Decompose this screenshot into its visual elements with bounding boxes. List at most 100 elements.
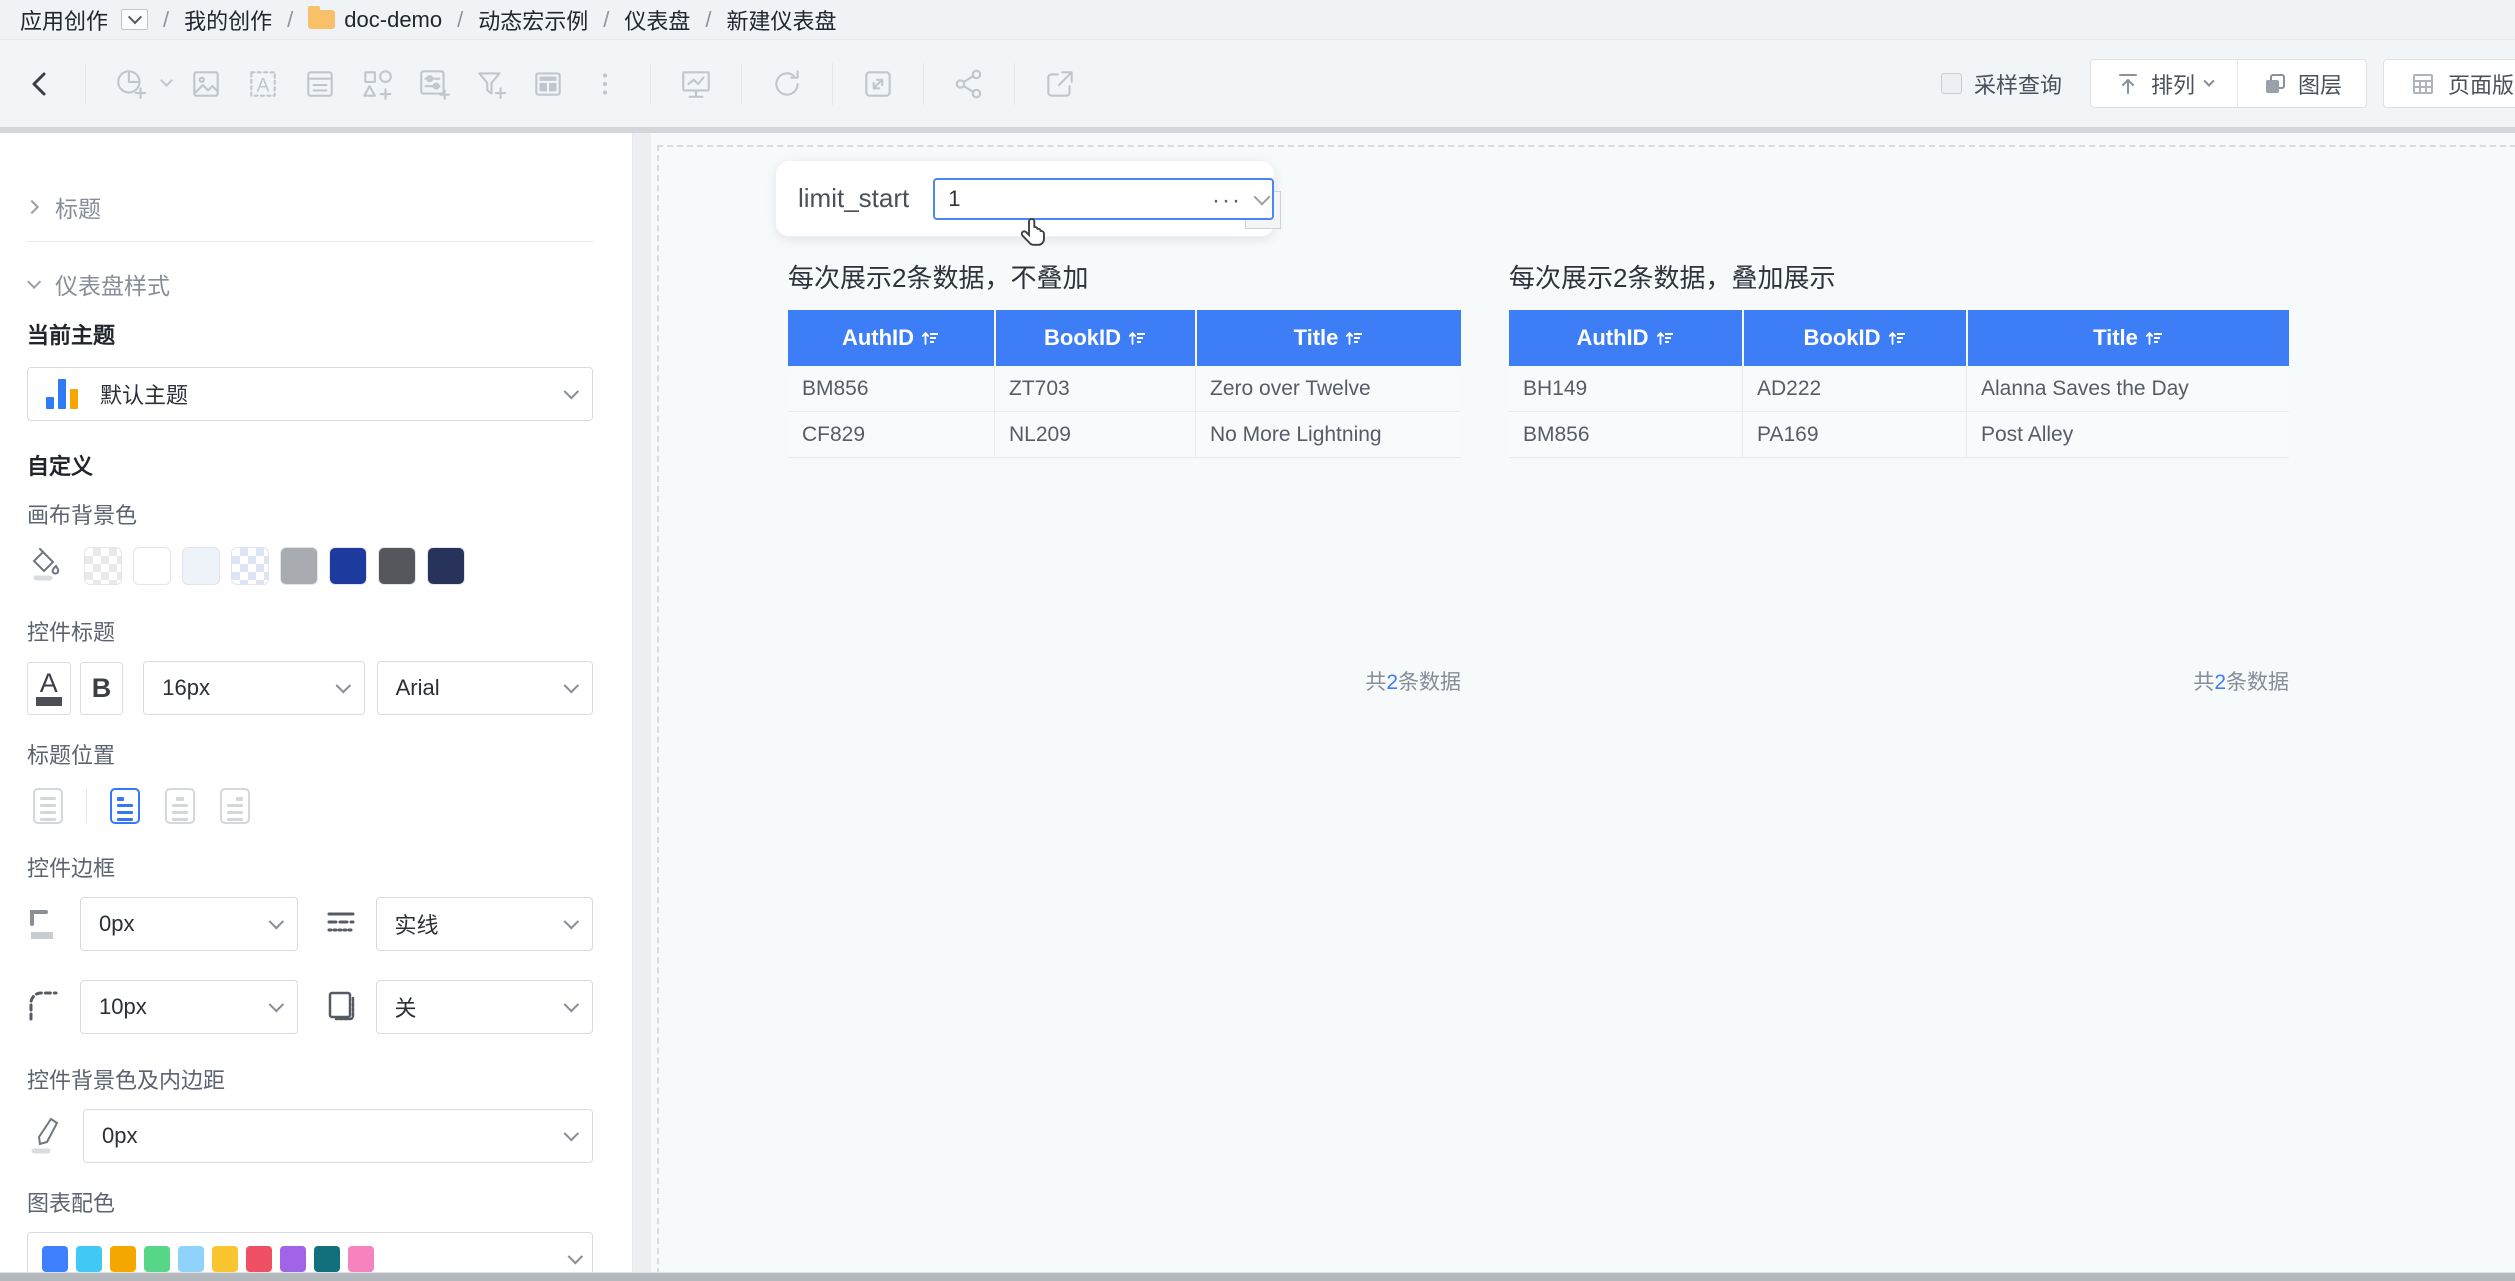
- more-button[interactable]: [583, 62, 627, 106]
- font-family-select[interactable]: Arial: [377, 661, 593, 715]
- add-form-button[interactable]: [298, 62, 342, 106]
- back-button[interactable]: [18, 62, 62, 106]
- table-row[interactable]: BM856 ZT703 Zero over Twelve: [788, 366, 1461, 412]
- breadcrumb-item-folder[interactable]: doc-demo: [308, 7, 442, 33]
- column-header[interactable]: AuthID: [1509, 310, 1742, 366]
- theme-select[interactable]: 默认主题: [27, 367, 593, 421]
- layers-button[interactable]: 图层: [2237, 60, 2366, 107]
- border-style-select[interactable]: 实线: [376, 897, 594, 951]
- add-layout-button[interactable]: [526, 62, 570, 106]
- add-image-button[interactable]: [184, 62, 228, 106]
- border-width-select[interactable]: 0px: [80, 897, 298, 951]
- sort-icon: [2144, 328, 2164, 348]
- section-title-collapsed[interactable]: 标题: [27, 190, 593, 224]
- widget-title-label: 控件标题: [27, 615, 593, 647]
- canvas-bg-swatch[interactable]: [280, 547, 318, 585]
- chart-color-chip: [76, 1246, 102, 1272]
- add-text-button[interactable]: A: [241, 62, 285, 106]
- canvas-bg-swatch[interactable]: [182, 547, 220, 585]
- chevron-down-icon: [564, 996, 580, 1012]
- sample-query-checkbox[interactable]: [1941, 73, 1962, 94]
- border-radius-icon[interactable]: [27, 985, 60, 1029]
- breadcrumb-item-dashboard[interactable]: 仪表盘: [624, 4, 690, 36]
- shadow-select[interactable]: 关: [376, 980, 594, 1034]
- table-cell: PA169: [1742, 412, 1966, 457]
- dashboard-canvas[interactable]: limit_start ··· 每次展示2条数据，不叠加 AuthID Book…: [651, 133, 2515, 1272]
- chevron-down-icon[interactable]: [160, 74, 173, 87]
- column-header[interactable]: BookID: [994, 310, 1195, 366]
- breadcrumb-item-app-create[interactable]: 应用创作: [20, 4, 148, 36]
- add-shapes-button[interactable]: [355, 62, 399, 106]
- arrange-layers-group: 排列 图层: [2090, 59, 2367, 108]
- border-width-value: 0px: [99, 911, 134, 937]
- chevron-down-icon: [335, 677, 351, 693]
- canvas-bg-swatch[interactable]: [378, 547, 416, 585]
- toolbar-divider: [741, 63, 742, 105]
- table-row[interactable]: CF829 NL209 No More Lightning: [788, 412, 1461, 458]
- refresh-button[interactable]: [765, 62, 809, 106]
- highlighter-icon[interactable]: [27, 1114, 61, 1158]
- paint-bucket-icon[interactable]: [27, 544, 67, 588]
- table-widget-left[interactable]: AuthID BookID Title BM856 ZT703 Zero ove…: [788, 310, 1461, 458]
- border-width-icon[interactable]: [27, 902, 60, 946]
- border-radius-select[interactable]: 10px: [80, 980, 298, 1034]
- canvas-bg-swatch[interactable]: [231, 547, 269, 585]
- shadow-icon[interactable]: [327, 985, 357, 1029]
- table-widget-right[interactable]: AuthID BookID Title BH149 AD222 Alanna S…: [1509, 310, 2289, 458]
- form-icon: [303, 67, 337, 101]
- add-control-button[interactable]: [412, 62, 456, 106]
- refresh-icon: [770, 67, 804, 101]
- section-dashboard-style[interactable]: 仪表盘样式: [27, 267, 593, 301]
- column-header[interactable]: AuthID: [788, 310, 994, 366]
- bold-button[interactable]: B: [80, 662, 124, 715]
- page-layout-button[interactable]: 页面版式: [2383, 59, 2515, 108]
- canvas-bg-swatch[interactable]: [329, 547, 367, 585]
- canvas-bg-swatch[interactable]: [133, 547, 171, 585]
- title-position-row: [27, 784, 593, 828]
- arrange-button[interactable]: 排列: [2091, 60, 2237, 107]
- export-button[interactable]: [1038, 62, 1082, 106]
- chart-palette-select[interactable]: [27, 1232, 593, 1272]
- canvas-bg-swatch[interactable]: [84, 547, 122, 585]
- canvas-bg-label: 画布背景色: [27, 498, 593, 530]
- breadcrumb-item-my-creations[interactable]: 我的创作: [184, 4, 272, 36]
- sort-icon: [1344, 328, 1364, 348]
- grid-layout-icon: [2410, 71, 2436, 97]
- title-position-none[interactable]: [27, 784, 69, 828]
- title-position-center[interactable]: [159, 784, 201, 828]
- column-header[interactable]: BookID: [1742, 310, 1966, 366]
- share-button[interactable]: [947, 62, 991, 106]
- column-header-label: BookID: [1044, 325, 1121, 351]
- breadcrumb-separator: /: [705, 7, 711, 33]
- divider: [27, 241, 593, 242]
- app-switcher-dropdown[interactable]: [121, 9, 148, 30]
- shadow-value: 关: [395, 991, 417, 1023]
- fullscreen-button[interactable]: [856, 62, 900, 106]
- sort-icon: [920, 328, 940, 348]
- canvas-bg-swatch[interactable]: [427, 547, 465, 585]
- add-filter-button[interactable]: [469, 62, 513, 106]
- title-position-left[interactable]: [104, 784, 146, 828]
- sidebar-scrollbar-track[interactable]: [633, 133, 651, 1272]
- line-style-icon[interactable]: [327, 902, 355, 946]
- present-button[interactable]: [674, 62, 718, 106]
- more-vertical-icon: [588, 67, 622, 101]
- toolbar-divider: [85, 63, 86, 105]
- row-count-footer: 共2条数据: [2089, 666, 2289, 696]
- title-position-right[interactable]: [214, 784, 256, 828]
- column-header[interactable]: Title: [1195, 310, 1461, 366]
- padding-select[interactable]: 0px: [83, 1109, 593, 1163]
- column-header[interactable]: Title: [1966, 310, 2289, 366]
- add-chart-button[interactable]: [109, 62, 153, 106]
- font-color-letter: A: [40, 671, 58, 695]
- table-row[interactable]: BM856 PA169 Post Alley: [1509, 412, 2289, 458]
- table-cell: BH149: [1509, 366, 1742, 411]
- table-row[interactable]: BH149 AD222 Alanna Saves the Day: [1509, 366, 2289, 412]
- chevron-down-icon: [564, 913, 580, 929]
- breadcrumb-item-new-dashboard[interactable]: 新建仪表盘: [727, 4, 837, 36]
- breadcrumb-item-macro-example[interactable]: 动态宏示例: [478, 4, 588, 36]
- horizontal-scrollbar[interactable]: [0, 1272, 2515, 1281]
- font-color-button[interactable]: A: [27, 662, 71, 715]
- sort-icon: [1655, 328, 1675, 348]
- font-size-select[interactable]: 16px: [143, 661, 364, 715]
